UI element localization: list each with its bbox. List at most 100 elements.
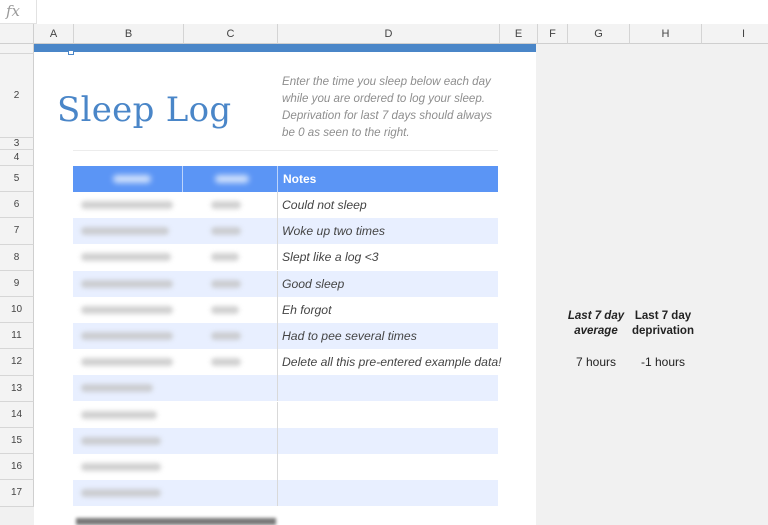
date-cell-blurred[interactable] <box>81 410 157 419</box>
average-label-line2: average <box>574 325 618 337</box>
note-cell[interactable]: Had to pee several times <box>282 323 417 349</box>
column-separator <box>277 323 278 349</box>
table-row[interactable] <box>73 401 498 428</box>
column-separator <box>277 454 278 480</box>
average-value[interactable]: 7 hours <box>564 355 628 369</box>
table-row[interactable] <box>73 480 498 507</box>
date-cell-blurred[interactable] <box>81 489 161 498</box>
date-cell-blurred[interactable] <box>81 358 173 367</box>
column-separator <box>277 192 278 218</box>
average-label-line1: Last 7 day <box>567 310 625 322</box>
blurred-row-bottom <box>76 518 276 525</box>
row-header-12[interactable]: 12 <box>0 349 34 376</box>
deprivation-label-line2: deprivation <box>632 325 694 337</box>
table-row[interactable] <box>73 454 498 480</box>
table-row[interactable]: Delete all this pre-entered example data… <box>73 349 502 376</box>
table-row[interactable]: Slept like a log <3 <box>73 244 498 271</box>
hours-cell-blurred[interactable] <box>211 332 241 340</box>
date-cell-blurred[interactable] <box>81 227 169 236</box>
column-separator <box>277 296 278 323</box>
column-separator <box>277 244 278 271</box>
date-cell-blurred[interactable] <box>81 253 171 262</box>
row-header-16[interactable]: 16 <box>0 454 34 481</box>
table-row[interactable] <box>73 375 498 402</box>
deprivation-value[interactable]: -1 hours <box>628 355 698 369</box>
column-separator <box>277 401 278 428</box>
selected-cell-marker[interactable] <box>68 50 74 55</box>
column-header-a[interactable]: A <box>34 24 74 44</box>
date-cell-blurred[interactable] <box>81 384 153 393</box>
instructions-text[interactable]: Enter the time you sleep below each day … <box>282 73 500 141</box>
column-separator <box>277 427 278 454</box>
note-cell[interactable]: Good sleep <box>282 271 344 297</box>
row-header-8[interactable]: 8 <box>0 244 34 271</box>
column-header-g[interactable]: G <box>568 24 630 44</box>
row-header-7[interactable]: 7 <box>0 218 34 245</box>
column-separator <box>277 270 278 297</box>
row-header-15[interactable]: 15 <box>0 428 34 455</box>
note-cell[interactable]: Eh forgot <box>282 297 331 323</box>
deprivation-label-line1: Last 7 day <box>634 310 692 322</box>
header-accent-strip <box>34 44 536 52</box>
header-separator <box>277 166 278 192</box>
row-header-10[interactable]: 10 <box>0 297 34 324</box>
select-all-corner[interactable] <box>0 24 34 44</box>
row-header-3[interactable]: 3 <box>0 138 34 150</box>
column-header-d[interactable]: D <box>278 24 500 44</box>
table-row[interactable]: Eh forgot <box>73 296 498 323</box>
row-header-9[interactable]: 9 <box>0 270 34 297</box>
hours-cell-blurred[interactable] <box>211 253 239 262</box>
table-row[interactable] <box>73 427 498 454</box>
row-header-13[interactable]: 13 <box>0 375 34 402</box>
average-label[interactable]: Last 7 day average <box>564 309 628 339</box>
column-header-f[interactable]: F <box>538 24 568 44</box>
title-divider <box>73 150 498 151</box>
fx-icon: fx <box>6 2 21 20</box>
hours-cell-blurred[interactable] <box>211 201 241 209</box>
note-cell[interactable]: Slept like a log <3 <box>282 244 379 270</box>
table-header: Notes <box>73 166 498 192</box>
formula-bar: fx <box>0 0 768 24</box>
date-cell-blurred[interactable] <box>81 305 173 314</box>
column-header-b[interactable]: B <box>74 24 184 44</box>
date-cell-blurred[interactable] <box>81 436 161 445</box>
row-header-4[interactable]: 4 <box>0 150 34 166</box>
date-cell-blurred[interactable] <box>81 463 161 471</box>
row-header-5[interactable]: 5 <box>0 166 34 193</box>
row-header-17[interactable]: 17 <box>0 480 34 507</box>
hours-cell-blurred[interactable] <box>211 227 241 236</box>
column-separator <box>277 375 278 402</box>
table-row[interactable]: Woke up two times <box>73 218 498 245</box>
page-title[interactable]: Sleep Log <box>57 90 232 130</box>
date-cell-blurred[interactable] <box>81 279 173 288</box>
note-cell[interactable]: Delete all this pre-entered example data… <box>282 349 502 375</box>
row-header-2[interactable]: 2 <box>0 54 34 138</box>
column-header-h[interactable]: H <box>630 24 702 44</box>
column-separator <box>277 349 278 376</box>
notes-header[interactable]: Notes <box>283 166 316 192</box>
sheet-outside-area[interactable] <box>536 44 768 525</box>
deprivation-label[interactable]: Last 7 day deprivation <box>628 309 698 339</box>
hours-cell-blurred[interactable] <box>211 279 241 288</box>
date-cell-blurred[interactable] <box>81 332 173 340</box>
note-cell[interactable]: Could not sleep <box>282 192 367 218</box>
row-header-1[interactable] <box>0 44 34 54</box>
date-header-blurred[interactable] <box>113 175 151 183</box>
table-row[interactable]: Had to pee several times <box>73 323 498 349</box>
formula-input[interactable] <box>37 0 768 24</box>
column-header-c[interactable]: C <box>184 24 278 44</box>
column-header-e[interactable]: E <box>500 24 538 44</box>
note-cell[interactable]: Woke up two times <box>282 218 385 244</box>
hours-header-blurred[interactable] <box>215 175 249 183</box>
row-header-6[interactable]: 6 <box>0 192 34 219</box>
table-row[interactable]: Good sleep <box>73 270 498 297</box>
column-separator <box>277 480 278 507</box>
table-row[interactable]: Could not sleep <box>73 192 498 218</box>
row-header-14[interactable]: 14 <box>0 401 34 428</box>
date-cell-blurred[interactable] <box>81 201 173 209</box>
header-separator <box>182 166 183 192</box>
column-header-i[interactable]: I <box>702 24 768 44</box>
hours-cell-blurred[interactable] <box>211 305 239 314</box>
row-header-11[interactable]: 11 <box>0 323 34 350</box>
hours-cell-blurred[interactable] <box>211 358 241 367</box>
